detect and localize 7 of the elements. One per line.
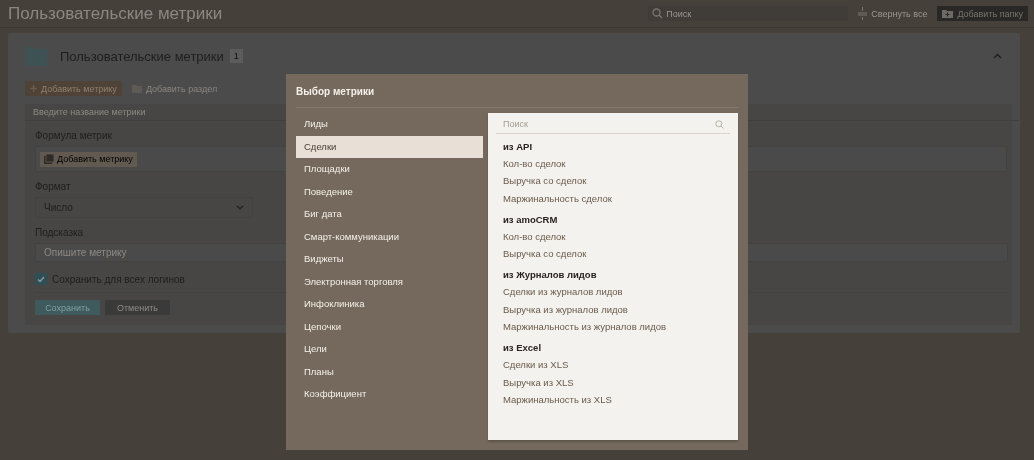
count-badge: 1 — [229, 49, 243, 63]
group-heading: из Журналов лидов — [502, 268, 598, 283]
modal-title: Выбор метрики — [296, 74, 738, 108]
group-heading: из API — [502, 140, 534, 154]
group-heading: из Excel — [502, 341, 543, 356]
page-title: Пользовательские метрики — [8, 3, 223, 24]
group-heading: из amoCRM — [502, 212, 559, 227]
